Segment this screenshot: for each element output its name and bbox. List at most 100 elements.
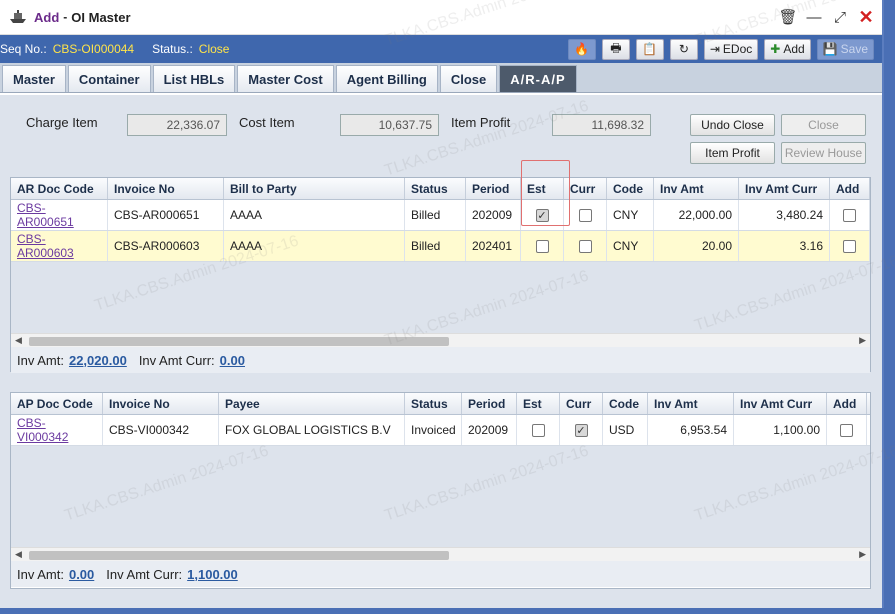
maximize-icon[interactable]: ⤢ xyxy=(832,9,848,26)
col-bill-to-party[interactable]: Bill to Party xyxy=(224,178,405,199)
scroll-thumb[interactable] xyxy=(29,337,449,346)
status-label: Status.: xyxy=(152,42,193,56)
minimize-icon[interactable]: — xyxy=(806,9,822,26)
payee-cell: FOX GLOBAL LOGISTICS B.V xyxy=(219,415,405,445)
table-row[interactable]: CBS-AR000603 CBS-AR000603 AAAA Billed 20… xyxy=(11,231,870,262)
col-invoice-no[interactable]: Invoice No xyxy=(103,393,219,414)
col-add[interactable]: Add xyxy=(827,393,867,414)
ap-grid-footer: Inv Amt: 0.00 Inv Amt Curr: 1,100.00 xyxy=(11,561,870,587)
add-cell xyxy=(830,200,870,230)
tab-container[interactable]: Container xyxy=(67,65,151,92)
tab-agent-billing[interactable]: Agent Billing xyxy=(335,65,438,92)
ap-grid-empty-area xyxy=(11,446,870,547)
curr-cell xyxy=(564,200,607,230)
col-curr[interactable]: Curr xyxy=(564,178,607,199)
ar-ap-panel: Charge Item 22,336.07 Cost Item 10,637.7… xyxy=(0,95,895,608)
col-curr[interactable]: Curr xyxy=(560,393,603,414)
est-highlight-box xyxy=(521,160,570,226)
item-profit-button[interactable]: Item Profit xyxy=(690,142,775,164)
tab-ar-ap[interactable]: A/R-A/P xyxy=(499,65,577,92)
ar-inv-amt-curr-label: Inv Amt Curr: xyxy=(138,352,215,368)
save-button[interactable]: 💾 Save xyxy=(816,38,874,60)
col-invoice-no[interactable]: Invoice No xyxy=(108,178,224,199)
edoc-button[interactable]: ⇥ EDoc xyxy=(703,38,759,60)
col-payee[interactable]: Payee xyxy=(219,393,405,414)
refresh-icon[interactable]: ↻ xyxy=(669,38,698,60)
ar-inv-amt-curr-value[interactable]: 0.00 xyxy=(220,353,245,368)
inv-amt-curr-cell: 3.16 xyxy=(739,231,830,261)
table-row[interactable]: CBS-VI000342 CBS-VI000342 FOX GLOBAL LOG… xyxy=(11,415,870,446)
tab-bar: Master Container List HBLs Master Cost A… xyxy=(0,63,882,93)
code-cell: CNY xyxy=(607,231,654,261)
tab-master[interactable]: Master xyxy=(2,65,66,92)
col-inv-amt[interactable]: Inv Amt xyxy=(654,178,739,199)
col-period[interactable]: Period xyxy=(466,178,521,199)
tab-close[interactable]: Close xyxy=(439,65,498,92)
col-inv-amt-curr[interactable]: Inv Amt Curr xyxy=(739,178,830,199)
col-ar-doc-code[interactable]: AR Doc Code xyxy=(11,178,108,199)
close-button[interactable]: Close xyxy=(781,114,866,136)
review-house-button[interactable]: Review House xyxy=(781,142,866,164)
invoice-cell: CBS-AR000651 xyxy=(108,200,224,230)
curr-checkbox[interactable] xyxy=(578,208,592,222)
col-status[interactable]: Status xyxy=(405,178,466,199)
col-add[interactable]: Add xyxy=(830,178,870,199)
add-label: Add xyxy=(783,42,805,56)
est-checkbox[interactable] xyxy=(535,239,549,253)
tab-list-hbls[interactable]: List HBLs xyxy=(152,65,236,92)
fire-icon[interactable]: 🔥 xyxy=(567,38,596,60)
code-cell: USD xyxy=(603,415,648,445)
ar-inv-amt-value[interactable]: 22,020.00 xyxy=(69,353,127,368)
ap-doc-link[interactable]: CBS-VI000342 xyxy=(17,416,96,444)
status-cell: Billed xyxy=(405,231,466,261)
close-icon[interactable]: ✕ xyxy=(858,7,874,27)
col-period[interactable]: Period xyxy=(462,393,517,414)
ar-grid-footer: Inv Amt: 22,020.00 Inv Amt Curr: 0.00 xyxy=(11,347,870,373)
col-code[interactable]: Code xyxy=(603,393,648,414)
copy-icon[interactable]: 📋 xyxy=(635,38,664,60)
ar-inv-amt-label: Inv Amt: xyxy=(17,352,64,368)
save-icon: 💾 xyxy=(822,42,838,56)
ap-inv-amt-label: Inv Amt: xyxy=(17,566,64,582)
add-checkbox[interactable] xyxy=(843,239,856,253)
ar-doc-link[interactable]: CBS-AR000603 xyxy=(17,232,101,260)
period-cell: 202401 xyxy=(466,231,521,261)
add-button[interactable]: ✚ Add xyxy=(764,38,811,60)
est-checkbox[interactable] xyxy=(531,423,545,437)
scroll-left-icon[interactable]: ◀ xyxy=(15,549,22,560)
ap-grid: AP Doc Code Invoice No Payee Status Peri… xyxy=(10,392,871,589)
col-ap-doc-code[interactable]: AP Doc Code xyxy=(11,393,103,414)
curr-checkbox[interactable] xyxy=(578,239,592,253)
ap-inv-amt-curr-value[interactable]: 1,100.00 xyxy=(187,567,238,582)
inv-amt-curr-cell: 1,100.00 xyxy=(734,415,827,445)
ar-doc-link[interactable]: CBS-AR000651 xyxy=(17,201,101,229)
scroll-right-icon[interactable]: ▶ xyxy=(859,549,866,560)
cost-item-label: Cost Item xyxy=(239,115,295,130)
ap-inv-amt-value[interactable]: 0.00 xyxy=(69,567,94,582)
col-inv-amt-curr[interactable]: Inv Amt Curr xyxy=(734,393,827,414)
curr-checkbox[interactable]: ✓ xyxy=(574,423,588,437)
ap-horizontal-scrollbar[interactable]: ◀ ▶ xyxy=(11,547,870,561)
add-icon: ✚ xyxy=(770,42,781,56)
tab-master-cost[interactable]: Master Cost xyxy=(237,65,334,92)
scroll-thumb[interactable] xyxy=(29,551,449,560)
add-checkbox[interactable] xyxy=(840,423,853,437)
est-cell xyxy=(517,415,560,445)
add-cell xyxy=(827,415,867,445)
scroll-right-icon[interactable]: ▶ xyxy=(859,335,866,346)
scroll-left-icon[interactable]: ◀ xyxy=(15,335,22,346)
edoc-label: EDoc xyxy=(722,42,753,56)
trash-icon[interactable]: 🗑 xyxy=(778,9,797,26)
ap-grid-header: AP Doc Code Invoice No Payee Status Peri… xyxy=(11,393,870,415)
undo-close-button[interactable]: Undo Close xyxy=(690,114,775,136)
col-est[interactable]: Est xyxy=(517,393,560,414)
col-inv-amt[interactable]: Inv Amt xyxy=(648,393,734,414)
print-icon[interactable]: 🖶 xyxy=(601,38,630,60)
col-code[interactable]: Code xyxy=(607,178,654,199)
ar-horizontal-scrollbar[interactable]: ◀ ▶ xyxy=(11,333,870,347)
add-cell xyxy=(830,231,870,261)
seq-bar: Seq No.: CBS-OI000044 Status.: Close 🔥 🖶… xyxy=(0,35,882,63)
table-row[interactable]: CBS-AR000651 CBS-AR000651 AAAA Billed 20… xyxy=(11,200,870,231)
col-status[interactable]: Status xyxy=(405,393,462,414)
add-checkbox[interactable] xyxy=(843,208,856,222)
